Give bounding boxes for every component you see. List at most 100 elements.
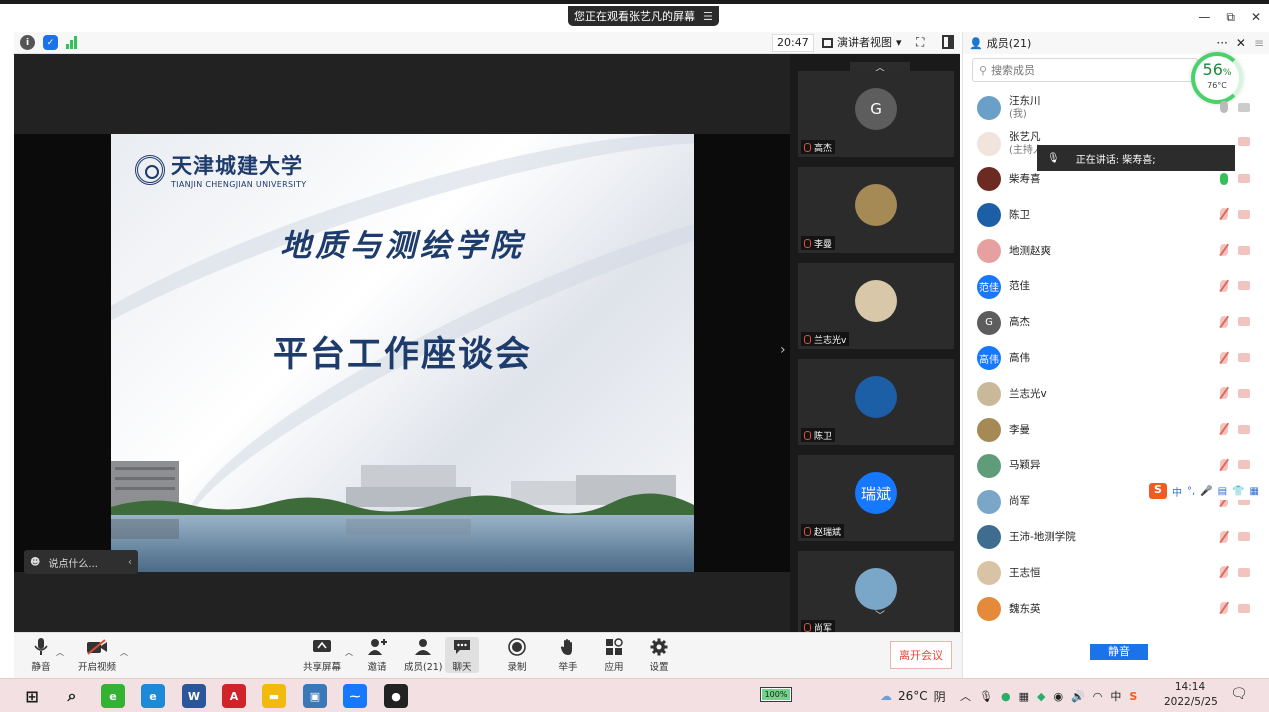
side-panel-icon[interactable]: [942, 35, 954, 49]
battery-indicator[interactable]: 100%: [760, 687, 792, 702]
ime-toolbar[interactable]: S 中 °, 🎤 ▤ 👕 ▦: [1149, 482, 1259, 500]
mic-off-icon[interactable]: [1220, 530, 1228, 543]
member-row[interactable]: 李曼: [963, 412, 1269, 448]
ime-item[interactable]: ▦: [1250, 486, 1259, 497]
volume-icon[interactable]: 🔊: [1071, 690, 1085, 703]
member-row[interactable]: 马颖异: [963, 448, 1269, 484]
member-row[interactable]: 汪东川 (我): [963, 90, 1269, 126]
member-row[interactable]: 范佳 范佳: [963, 269, 1269, 305]
member-row[interactable]: 高伟 高伟: [963, 341, 1269, 377]
taskbar-recorder-icon[interactable]: ●: [384, 684, 408, 708]
taskbar-word-icon[interactable]: W: [182, 684, 206, 708]
security-icon[interactable]: ◆: [1037, 690, 1045, 703]
video-tile[interactable]: 陈卫: [798, 359, 954, 445]
chevron-up-icon[interactable]: ︿: [345, 647, 353, 658]
shield-icon[interactable]: ✓: [43, 35, 58, 50]
apps-button[interactable]: 应用: [603, 637, 625, 673]
taskbar-edge-icon[interactable]: e: [141, 684, 165, 708]
members-button[interactable]: 成员(21): [404, 637, 443, 673]
video-off-icon[interactable]: [1238, 460, 1250, 470]
mic-off-icon[interactable]: [1220, 351, 1228, 364]
more-icon[interactable]: ···: [1216, 36, 1227, 50]
chevron-left-icon[interactable]: ‹: [128, 557, 132, 568]
video-off-icon[interactable]: [1238, 209, 1250, 219]
video-off-icon[interactable]: [1238, 603, 1250, 613]
video-off-icon[interactable]: [1238, 532, 1250, 542]
mute-button[interactable]: 静音 ︿: [30, 637, 64, 673]
chat-input-pill[interactable]: ☻ 说点什么... ‹: [24, 550, 138, 574]
sogou-logo-icon[interactable]: S: [1149, 483, 1167, 499]
restore-icon[interactable]: ⧉: [1226, 10, 1235, 25]
gallery-toggle-icon[interactable]: ›: [780, 342, 786, 358]
microphone-icon[interactable]: 🎙: [979, 690, 993, 703]
mic-off-icon[interactable]: [1220, 458, 1228, 471]
member-row[interactable]: 地测赵爽: [963, 233, 1269, 269]
mic-off-icon[interactable]: [1220, 315, 1228, 328]
taskbar-explorer-icon[interactable]: ▬: [262, 684, 286, 708]
settings-button[interactable]: 设置: [648, 637, 670, 673]
member-row[interactable]: 魏东英: [963, 591, 1269, 627]
qq-icon[interactable]: ◉: [1053, 690, 1063, 703]
share-banner[interactable]: 您正在观看张艺凡的屏幕 ☰: [568, 6, 719, 26]
member-row[interactable]: 兰志光v: [963, 376, 1269, 412]
video-off-icon[interactable]: [1238, 317, 1250, 327]
member-row[interactable]: 王沛-地测学院: [963, 520, 1269, 556]
search-input[interactable]: [991, 63, 1182, 77]
raise-hand-button[interactable]: 举手: [557, 637, 579, 673]
video-tile[interactable]: 瑞斌 赵瑞斌: [798, 455, 954, 541]
ime-lang-label[interactable]: 中: [1110, 688, 1121, 704]
weather-widget[interactable]: ☁ 26°C 阴: [880, 679, 946, 712]
close-icon[interactable]: ✕: [1251, 10, 1261, 25]
video-off-icon[interactable]: [1238, 281, 1250, 291]
member-row[interactable]: 王志恒: [963, 555, 1269, 591]
taskbar-clock[interactable]: 14:14 2022/5/25: [1164, 680, 1218, 710]
mic-off-icon[interactable]: [1220, 208, 1228, 221]
taskbar-start-icon[interactable]: ⊞: [20, 684, 44, 708]
ime-item[interactable]: 👕: [1232, 486, 1244, 497]
info-icon[interactable]: i: [20, 35, 35, 50]
record-button[interactable]: 录制: [506, 637, 528, 673]
network-icon[interactable]: ▦: [1019, 690, 1029, 703]
taskbar-photos-icon[interactable]: ▣: [303, 684, 327, 708]
signal-icon[interactable]: [66, 35, 77, 49]
video-off-icon[interactable]: [1238, 353, 1250, 363]
member-row[interactable]: 陈卫: [963, 197, 1269, 233]
leave-meeting-button[interactable]: 离开会议: [890, 641, 952, 669]
video-button[interactable]: 开启视频 ︿: [78, 637, 128, 673]
menu-icon[interactable]: ☰: [703, 10, 713, 23]
mic-off-icon[interactable]: [1220, 244, 1228, 257]
ime-item[interactable]: 🎤: [1200, 486, 1212, 497]
video-tile[interactable]: 兰志光v: [798, 263, 954, 349]
video-off-icon[interactable]: [1238, 388, 1250, 398]
minimize-icon[interactable]: —: [1198, 10, 1210, 25]
taskbar-search-icon[interactable]: ⌕: [60, 684, 84, 708]
ime-item[interactable]: °,: [1187, 486, 1195, 497]
microphone-icon[interactable]: [1220, 101, 1228, 113]
video-off-icon[interactable]: [1238, 245, 1250, 255]
mute-all-button[interactable]: 静音: [1090, 644, 1148, 660]
wechat-icon[interactable]: ●: [1001, 690, 1011, 703]
taskbar-meeting-icon[interactable]: ⁓: [343, 684, 367, 708]
mic-off-icon[interactable]: [1220, 387, 1228, 400]
mic-off-icon[interactable]: [1220, 279, 1228, 292]
emoji-icon[interactable]: ☻: [30, 557, 40, 568]
video-off-icon[interactable]: [1238, 136, 1250, 146]
menu-icon[interactable]: ≡: [1254, 36, 1264, 50]
taskbar-acrobat-icon[interactable]: A: [222, 684, 246, 708]
wifi-icon[interactable]: ◠: [1093, 690, 1103, 703]
chat-button[interactable]: 聊天: [445, 637, 479, 673]
member-search[interactable]: ⚲: [972, 58, 1198, 82]
video-off-icon[interactable]: [1238, 424, 1250, 434]
video-off-icon[interactable]: [1238, 567, 1250, 577]
taskbar-ie-icon[interactable]: e: [101, 684, 125, 708]
video-tile[interactable]: G 高杰: [798, 71, 954, 157]
video-tile[interactable]: 李曼: [798, 167, 954, 253]
share-screen-button[interactable]: 共享屏幕 ︿: [303, 637, 353, 673]
video-tile[interactable]: 尚军: [798, 551, 954, 637]
gallery-down-button[interactable]: ﹀: [850, 610, 910, 624]
mic-off-icon[interactable]: [1220, 423, 1228, 436]
video-off-icon[interactable]: [1238, 174, 1250, 184]
chevron-up-icon[interactable]: ︿: [960, 688, 971, 704]
mic-off-icon[interactable]: [1220, 602, 1228, 615]
microphone-icon[interactable]: [1220, 172, 1228, 185]
